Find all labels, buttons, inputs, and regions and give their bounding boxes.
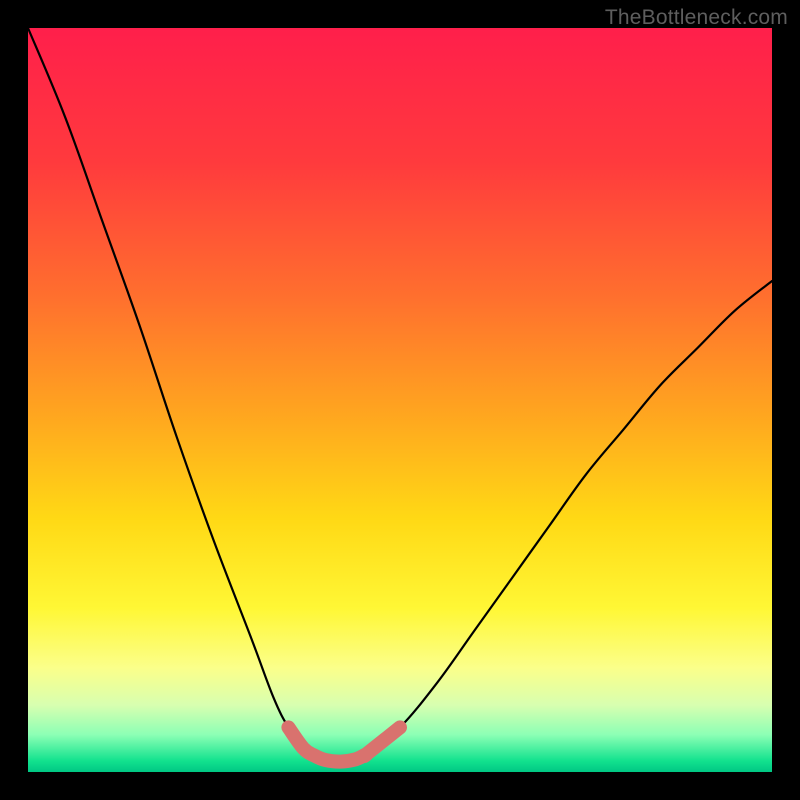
watermark-text: TheBottleneck.com	[605, 6, 788, 30]
curve-layer	[28, 28, 772, 772]
trough-highlight	[288, 727, 400, 761]
bottleneck-curve	[28, 28, 772, 762]
plot-area	[28, 28, 772, 772]
chart-frame: TheBottleneck.com	[0, 0, 800, 800]
